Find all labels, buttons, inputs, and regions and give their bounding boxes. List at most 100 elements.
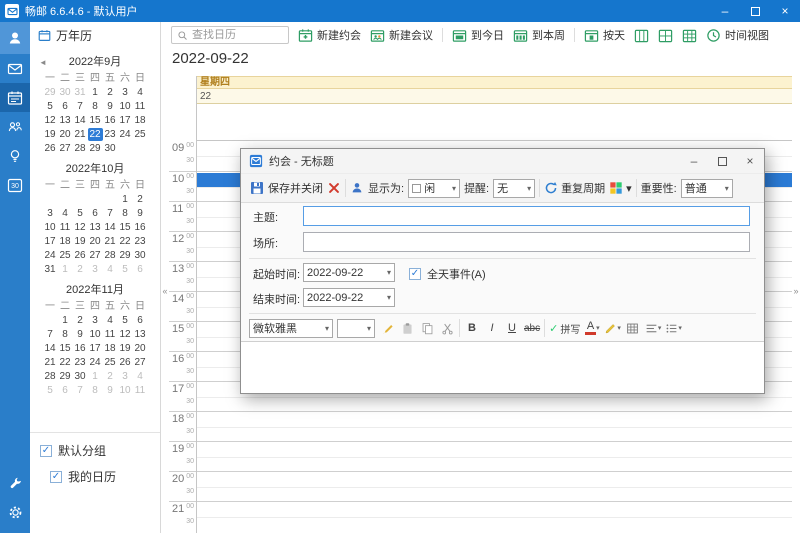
day-cell[interactable]: 15	[88, 114, 103, 127]
day-cell[interactable]: 5	[43, 384, 58, 397]
day-cell[interactable]: 6	[88, 207, 103, 220]
day-cell[interactable]: 31	[43, 263, 58, 276]
day-cell[interactable]: 18	[103, 342, 118, 355]
italic-button[interactable]: I	[484, 320, 500, 337]
day-cell[interactable]: 6	[58, 384, 73, 397]
subject-input[interactable]	[303, 206, 750, 226]
day-cell[interactable]: 9	[133, 207, 148, 220]
prev-month-button[interactable]: ◄	[39, 55, 47, 70]
day-cell[interactable]: 30	[133, 249, 148, 262]
day-cell[interactable]: 4	[58, 207, 73, 220]
day-cell[interactable]: 20	[58, 128, 73, 141]
day-cell[interactable]: 24	[43, 249, 58, 262]
day-cell[interactable]: 7	[73, 100, 88, 113]
font-color-button[interactable]: A ▾	[584, 320, 600, 337]
day-cell[interactable]: 11	[58, 221, 73, 234]
day-cell[interactable]: 11	[133, 384, 148, 397]
day-cell[interactable]: 24	[88, 356, 103, 369]
day-cell[interactable]: 23	[133, 235, 148, 248]
day-cell[interactable]: 10	[43, 221, 58, 234]
day-cell[interactable]: 14	[103, 221, 118, 234]
spellcheck-button[interactable]: ✓ 拼写	[549, 320, 580, 337]
hour-row[interactable]: 180030	[169, 411, 792, 441]
day-cell[interactable]: 28	[43, 370, 58, 383]
day-cell[interactable]: 15	[118, 221, 133, 234]
day-cell[interactable]: 22	[88, 128, 103, 141]
hour-row[interactable]: 190030	[169, 441, 792, 471]
day-cell[interactable]: 6	[133, 263, 148, 276]
align-button[interactable]: ▾	[645, 320, 662, 337]
day-cell[interactable]: 3	[88, 314, 103, 327]
day-cell[interactable]: 20	[88, 235, 103, 248]
day-cell[interactable]: 27	[88, 249, 103, 262]
day-cell[interactable]: 20	[133, 342, 148, 355]
delete-button[interactable]	[327, 181, 341, 195]
day-cell[interactable]: 28	[103, 249, 118, 262]
day-cell[interactable]: 30	[103, 142, 118, 155]
day-cell[interactable]: 23	[103, 128, 118, 141]
day-cell[interactable]: 8	[88, 384, 103, 397]
day-cell[interactable]: 27	[58, 142, 73, 155]
appointment-body-editor[interactable]	[241, 341, 764, 393]
day-cell[interactable]: 5	[73, 207, 88, 220]
day-cell[interactable]: 8	[88, 100, 103, 113]
checkbox-checked-icon[interactable]: ✓	[40, 445, 52, 457]
day-cell[interactable]: 14	[73, 114, 88, 127]
day-cell[interactable]: 4	[103, 263, 118, 276]
day-cell[interactable]: 2	[73, 263, 88, 276]
day-cell[interactable]: 3	[88, 263, 103, 276]
day-cell[interactable]: 29	[58, 370, 73, 383]
day-cell[interactable]: 17	[88, 342, 103, 355]
day-cell[interactable]: 22	[118, 235, 133, 248]
user-avatar[interactable]	[0, 22, 30, 54]
day-cell[interactable]: 5	[118, 314, 133, 327]
close-button[interactable]: ×	[770, 0, 800, 22]
filter-default-group[interactable]: ✓ 默认分组	[40, 442, 160, 459]
day-cell[interactable]: 24	[118, 128, 133, 141]
day-cell[interactable]: 1	[58, 263, 73, 276]
day-cell[interactable]: 31	[73, 86, 88, 99]
day-cell[interactable]: 21	[43, 356, 58, 369]
day-cell[interactable]: 2	[103, 370, 118, 383]
hour-row[interactable]: 210030	[169, 501, 792, 531]
day-cell[interactable]: 26	[73, 249, 88, 262]
maximize-button[interactable]	[740, 0, 770, 22]
day-cell[interactable]: 10	[118, 384, 133, 397]
paste-button[interactable]	[399, 320, 415, 337]
day-cell[interactable]: 13	[58, 114, 73, 127]
day-cell[interactable]: 29	[88, 142, 103, 155]
highlight-button[interactable]: ▾	[604, 320, 621, 337]
go-today-button[interactable]: 到今日	[452, 27, 504, 43]
new-meeting-button[interactable]: 新建会议	[370, 27, 433, 43]
day-cell[interactable]: 12	[118, 328, 133, 341]
view-week-icon-button[interactable]	[658, 28, 673, 43]
dialog-minimize-button[interactable]: –	[680, 149, 708, 173]
day-cell[interactable]: 1	[88, 86, 103, 99]
day-cell[interactable]: 2	[133, 193, 148, 206]
view-month-icon-button[interactable]	[682, 28, 697, 43]
day-cell[interactable]: 30	[73, 370, 88, 383]
day-cell[interactable]: 16	[73, 342, 88, 355]
start-date-select[interactable]: 2022-09-22 ▾	[303, 263, 395, 282]
day-cell[interactable]: 5	[43, 100, 58, 113]
day-cell[interactable]: 25	[58, 249, 73, 262]
day-cell[interactable]: 2	[103, 86, 118, 99]
ideas-icon[interactable]	[0, 141, 30, 170]
format-painter-button[interactable]	[379, 320, 395, 337]
day-cell[interactable]: 9	[103, 384, 118, 397]
day-cell[interactable]: 23	[73, 356, 88, 369]
strikethrough-button[interactable]: abc	[524, 320, 540, 337]
bold-button[interactable]: B	[464, 320, 480, 337]
list-button[interactable]: ▾	[665, 320, 682, 337]
day-cell[interactable]: 9	[103, 100, 118, 113]
day-cell[interactable]: 27	[133, 356, 148, 369]
day-cell[interactable]: 3	[118, 86, 133, 99]
day-cell[interactable]: 3	[43, 207, 58, 220]
day-cell[interactable]: 12	[43, 114, 58, 127]
search-input[interactable]	[192, 29, 280, 41]
day-cell[interactable]: 1	[88, 370, 103, 383]
mail-icon[interactable]	[0, 54, 30, 83]
day-cell[interactable]: 11	[103, 328, 118, 341]
day-cell[interactable]: 9	[73, 328, 88, 341]
insert-table-button[interactable]	[625, 320, 641, 337]
